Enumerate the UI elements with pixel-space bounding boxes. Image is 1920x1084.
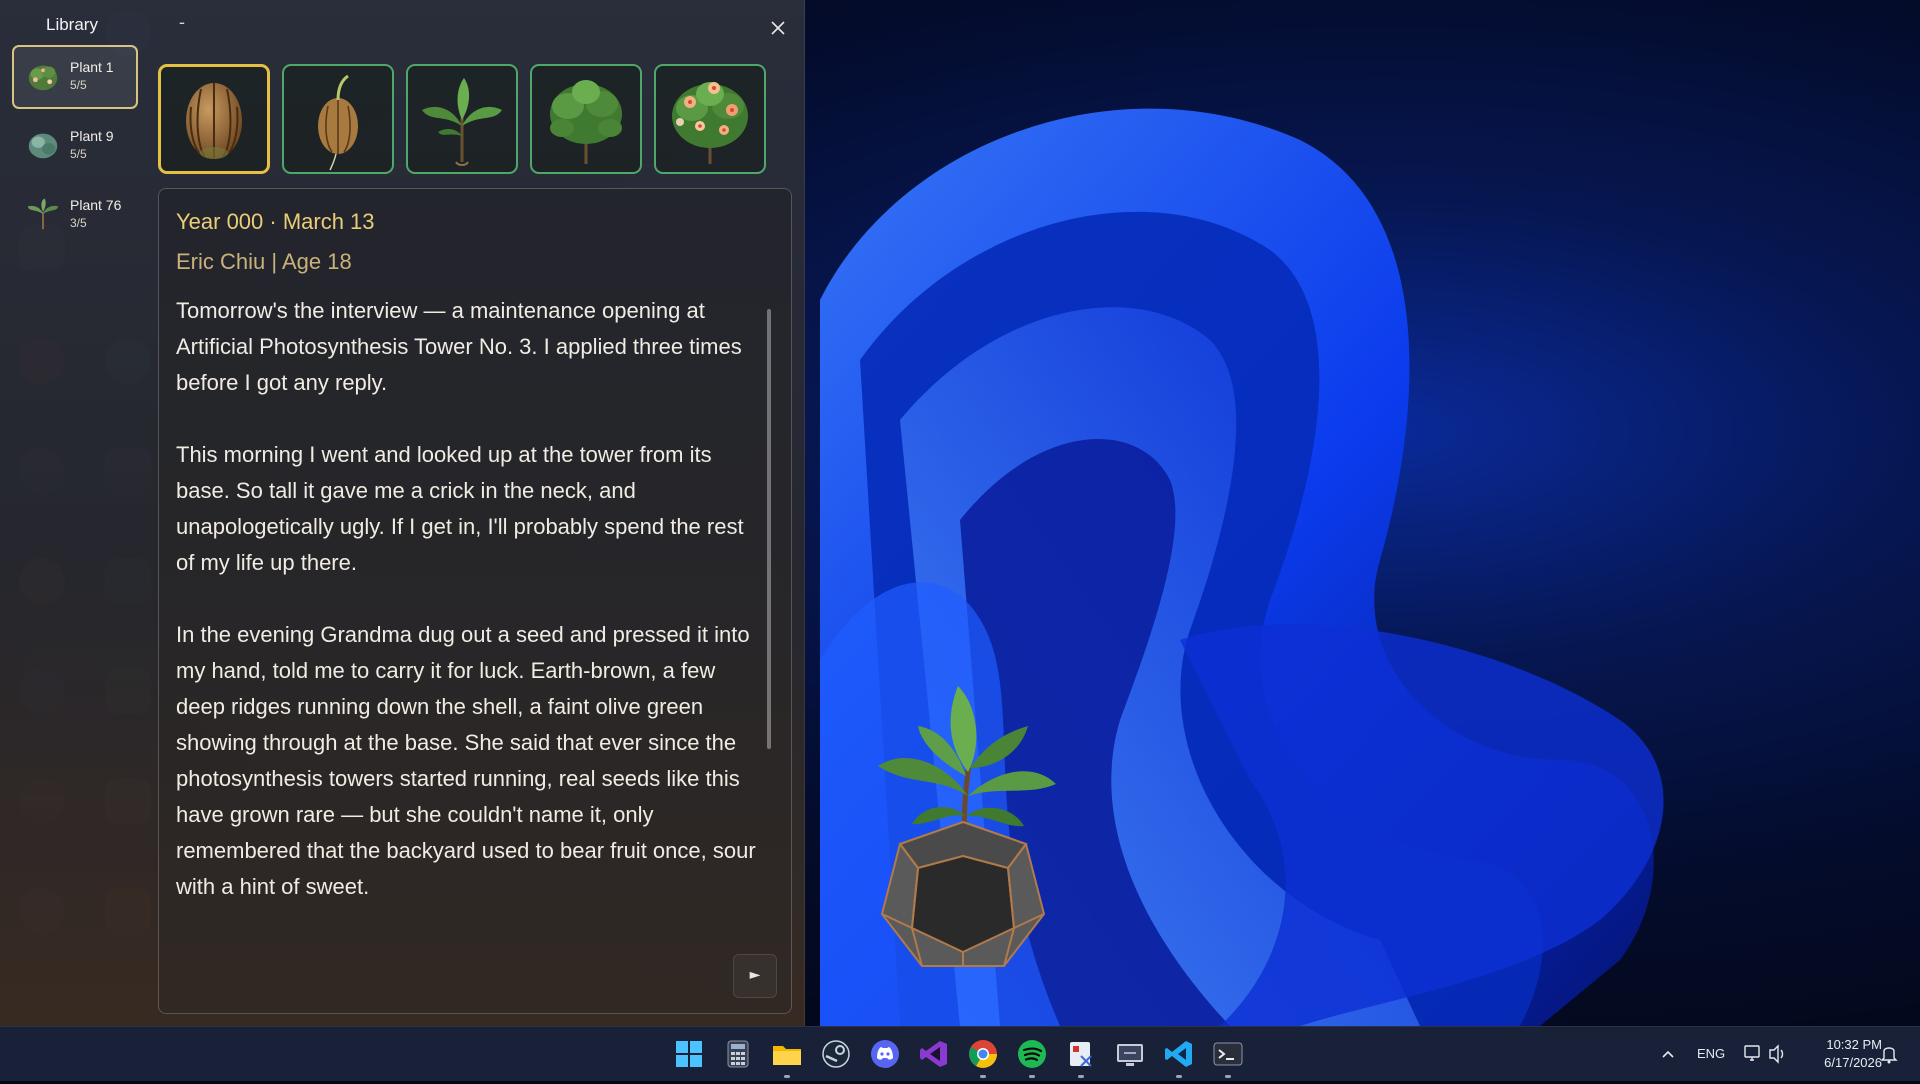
stage-seed[interactable]: [158, 64, 270, 174]
seed-icon: [186, 83, 242, 159]
next-entry-button[interactable]: ►: [733, 954, 777, 998]
stage-flowering[interactable]: [654, 64, 766, 174]
plant-thumbnail-icon: [28, 65, 58, 91]
plant-list-item[interactable]: Plant 1 5/5: [12, 45, 138, 109]
library-window: Library - Plant 1 5/5 Plant 9 5/5 Plant …: [0, 0, 805, 1026]
spotify-icon[interactable]: [1016, 1038, 1048, 1070]
taskbar: ENG 10:32 PM 6/17/2026: [0, 1026, 1920, 1081]
chevron-up-icon: [1662, 1050, 1674, 1058]
stage-seedling[interactable]: [406, 64, 518, 174]
window-title: Library: [46, 15, 98, 34]
running-indicator: [980, 1075, 986, 1078]
running-indicator: [1225, 1075, 1231, 1078]
journal-entry: Year 000 · March 13 Eric Chiu | Age 18 T…: [158, 188, 792, 1014]
close-icon: [771, 21, 785, 35]
network-icon[interactable]: [1744, 1027, 1762, 1081]
plant-name: Plant 1: [70, 59, 114, 75]
flowering-bush-icon: [672, 82, 748, 164]
calculator-icon[interactable]: [722, 1038, 754, 1070]
entry-body: Tomorrow's the interview — a maintenance…: [176, 293, 766, 941]
plant-progress: 3/5: [70, 216, 87, 230]
vscode-icon[interactable]: [1163, 1038, 1195, 1070]
seedling-icon: [422, 78, 502, 166]
visual-studio-icon[interactable]: [918, 1038, 950, 1070]
running-indicator: [1029, 1075, 1035, 1078]
stage-sprouting-seed[interactable]: [282, 64, 394, 174]
terminal-icon[interactable]: [1212, 1038, 1244, 1070]
bush-icon: [550, 80, 622, 164]
discord-icon[interactable]: [869, 1038, 901, 1070]
remote-desktop-icon[interactable]: [1114, 1038, 1146, 1070]
taskbar-clock[interactable]: 10:32 PM 6/17/2026: [1800, 1036, 1882, 1072]
running-indicator: [1176, 1075, 1182, 1078]
plant-thumbnail-icon: [28, 133, 58, 159]
entry-paragraph: Tomorrow's the interview — a maintenance…: [176, 298, 742, 395]
journal-scrollbar[interactable]: [767, 309, 771, 749]
entry-paragraph: This morning I went and looked up at the…: [176, 442, 744, 575]
plant-thumbnail-icon: [27, 198, 59, 230]
file-explorer-icon[interactable]: [771, 1038, 803, 1070]
running-indicator: [1078, 1075, 1084, 1078]
entry-date: Year 000 · March 13: [176, 209, 375, 234]
desktop-potted-plant[interactable]: [858, 676, 1068, 976]
language-indicator[interactable]: ENG: [1697, 1027, 1725, 1081]
windows-start-icon[interactable]: [673, 1038, 705, 1070]
close-button[interactable]: [764, 14, 792, 42]
plant-progress: 5/5: [70, 147, 87, 161]
plant-list-item[interactable]: Plant 76 3/5: [12, 183, 138, 247]
plant-progress: 5/5: [70, 78, 87, 92]
minimize-button[interactable]: -: [170, 12, 194, 36]
steam-icon[interactable]: [820, 1038, 852, 1070]
tray-overflow-button[interactable]: [1660, 1027, 1676, 1081]
entry-author: Eric Chiu | Age 18: [176, 249, 352, 274]
clock-time: 10:32 PM: [1826, 1037, 1882, 1052]
snipping-tool-icon[interactable]: [1065, 1038, 1097, 1070]
running-indicator: [784, 1075, 790, 1078]
notification-bell-icon[interactable]: [1880, 1027, 1898, 1081]
clock-date: 6/17/2026: [1824, 1055, 1882, 1070]
plant-name: Plant 9: [70, 128, 114, 144]
stage-bush[interactable]: [530, 64, 642, 174]
plant-list-item[interactable]: Plant 9 5/5: [12, 114, 138, 178]
sprout-seed-icon: [318, 74, 358, 171]
plant-name: Plant 76: [70, 197, 122, 213]
entry-paragraph: In the evening Grandma dug out a seed an…: [176, 622, 756, 899]
chrome-icon[interactable]: [967, 1038, 999, 1070]
plant-list: Plant 1 5/5 Plant 9 5/5 Plant 76 3/5: [12, 45, 138, 252]
volume-icon[interactable]: [1768, 1027, 1786, 1081]
